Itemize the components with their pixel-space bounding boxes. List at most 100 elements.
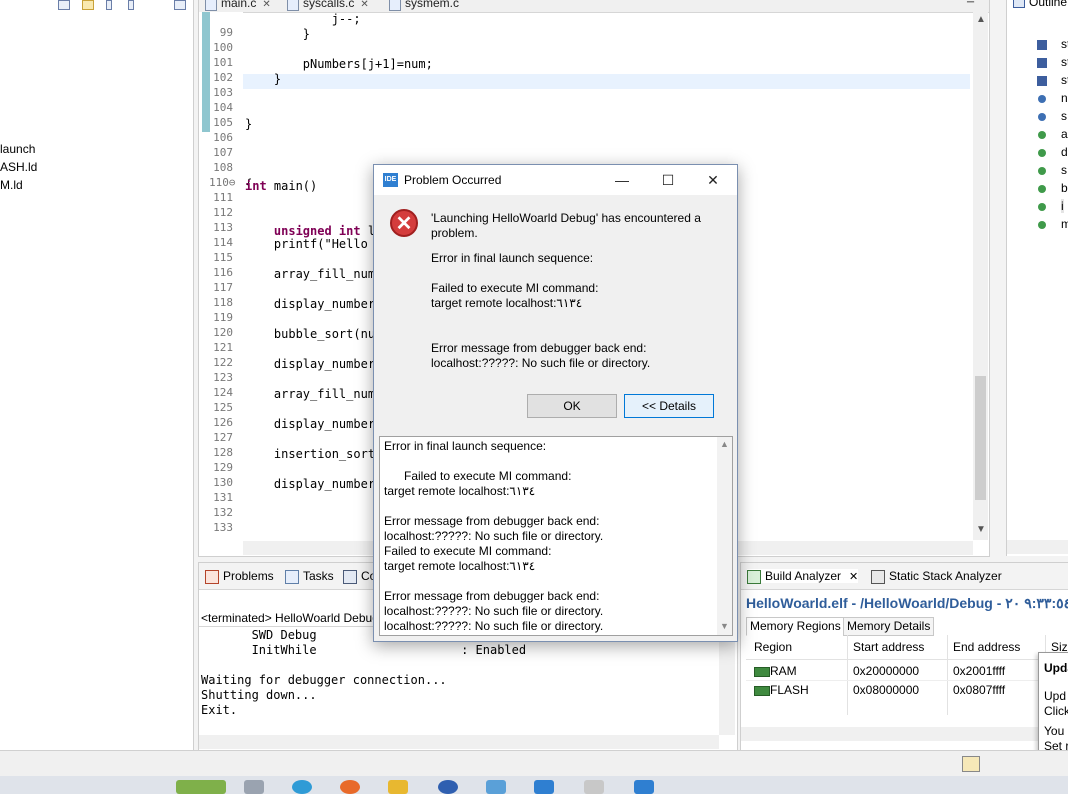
tab-memory-regions[interactable]: Memory Regions (746, 617, 845, 636)
project-item-ram-ld[interactable]: M.ld (0, 176, 23, 194)
details-button[interactable]: << Details (624, 394, 714, 418)
stm32-ide-icon[interactable] (534, 780, 554, 794)
c-file-icon (287, 0, 299, 11)
outline-item[interactable]: a (1061, 127, 1068, 141)
outline-item[interactable]: st (1061, 73, 1068, 87)
taskbar-thumbnail[interactable] (176, 780, 226, 794)
tab-console[interactable]: Co (343, 569, 376, 584)
line-number: 119 (213, 311, 233, 324)
code-line-113: unsigned int le (273, 224, 383, 238)
detail-line: Failed to execute MI command: (384, 469, 572, 483)
code-line: printf("Hello W (245, 237, 383, 251)
console-horizontal-scrollbar[interactable] (199, 735, 719, 749)
maximize-button[interactable]: ☐ (656, 170, 680, 190)
line-number: 127 (213, 431, 233, 444)
tab-syscalls-c[interactable]: syscalls.c ✕ (283, 0, 369, 11)
detail-line: Error message from debugger back end: (384, 514, 600, 528)
analyzer-horizontal-scrollbar[interactable] (741, 727, 1041, 741)
dialog-message-cont: problem. (431, 226, 478, 240)
project-item-launch[interactable]: launch (0, 140, 35, 158)
editor-scroll-thumb[interactable] (975, 376, 986, 500)
outline-item[interactable]: s (1061, 163, 1067, 177)
app-icon[interactable] (438, 780, 458, 794)
firefox-icon[interactable] (340, 780, 360, 794)
detail-line: localhost:?????: No such file or directo… (384, 604, 604, 618)
outline-horizontal-scrollbar[interactable] (1007, 540, 1068, 554)
build-analyzer-icon (747, 570, 761, 584)
view-menu-icon[interactable] (128, 0, 134, 10)
tab-sysmem-c[interactable]: sysmem.c (385, 0, 459, 11)
close-button[interactable]: ✕ (701, 170, 725, 190)
line-number: 110⊖ (209, 176, 236, 189)
tab-tasks[interactable]: Tasks (285, 569, 334, 584)
outline-item[interactable]: i (1061, 199, 1064, 213)
dialog-titlebar[interactable]: IDE Problem Occurred — ☐ ✕ (374, 165, 737, 195)
outline-item[interactable]: st (1061, 37, 1068, 51)
photos-icon[interactable] (486, 780, 506, 794)
close-tab-icon[interactable]: ✕ (360, 0, 368, 10)
line-number: 101 (213, 56, 233, 69)
column-region[interactable]: Region (754, 640, 792, 654)
tab-main-c[interactable]: main.c ✕ (201, 0, 271, 11)
code-line: display_numbers (245, 417, 383, 431)
line-number: 102 (213, 71, 233, 84)
line-number: 117 (213, 281, 233, 294)
console-vertical-scrollbar[interactable] (719, 627, 735, 735)
tab-problems[interactable]: Problems (205, 569, 274, 584)
outline-item[interactable]: n (1061, 91, 1068, 105)
scroll-down-icon[interactable]: ▼ (976, 524, 986, 535)
update-notification[interactable]: Upda Upd Click You Set r (1038, 652, 1068, 760)
ide-icon: IDE (383, 173, 398, 187)
windows-taskbar (0, 776, 1068, 794)
filter-icon[interactable] (106, 0, 112, 10)
editor-minimize-icon[interactable]: ─ (967, 0, 974, 8)
detail-line: localhost:?????: No such file or directo… (384, 619, 604, 633)
line-number: 133 (213, 521, 233, 534)
code-line: pNumbers[j+1]=num; (245, 57, 433, 71)
file-explorer-icon[interactable] (388, 780, 408, 794)
details-textarea[interactable]: Error in final launch sequence: Failed t… (379, 436, 733, 636)
details-scrollbar[interactable]: ▲ ▼ (717, 437, 732, 635)
ok-button[interactable]: OK (527, 394, 617, 418)
stm32-ide-active-icon[interactable] (634, 780, 654, 794)
console-header: <terminated> HelloWoarld Debug (201, 611, 379, 625)
scroll-up-icon[interactable]: ▲ (720, 439, 729, 449)
maximize-view-icon[interactable] (174, 0, 186, 10)
minimize-button[interactable]: — (610, 170, 634, 190)
tab-static-stack-analyzer[interactable]: Static Stack Analyzer (871, 569, 1002, 584)
code-line: display_numbers (245, 477, 383, 491)
line-number: 130 (213, 476, 233, 489)
outline-item[interactable]: st (1061, 55, 1068, 69)
outline-item[interactable]: s (1061, 109, 1067, 123)
dialog-title: Problem Occurred (404, 173, 502, 187)
error-icon: ✕ (390, 209, 418, 237)
code-line: array_fill_numb (245, 387, 383, 401)
outline-item[interactable]: m (1061, 217, 1068, 231)
project-item-flash-ld[interactable]: ASH.ld (0, 158, 37, 176)
install-updates-icon[interactable] (962, 756, 980, 772)
tab-build-analyzer[interactable]: Build Analyzer ✕ (747, 569, 859, 584)
line-number: 112 (213, 206, 233, 219)
problems-icon (205, 570, 219, 584)
outline-item[interactable]: d (1061, 145, 1068, 159)
close-tab-icon[interactable]: ✕ (849, 571, 858, 583)
column-end-address[interactable]: End address (953, 640, 1020, 654)
notepad-icon[interactable] (584, 780, 604, 794)
task-view-icon[interactable] (244, 780, 264, 794)
scroll-up-icon[interactable]: ▲ (976, 14, 986, 25)
edge-icon[interactable] (292, 780, 312, 794)
outline-item-icon (1037, 40, 1047, 50)
detail-line: Failed to execute MI command: (384, 544, 552, 558)
link-editor-icon[interactable] (82, 0, 94, 10)
close-tab-icon[interactable]: ✕ (262, 0, 270, 10)
collapse-all-icon[interactable] (58, 0, 70, 10)
line-number: 125 (213, 401, 233, 414)
outline-item[interactable]: b (1061, 181, 1068, 195)
column-start-address[interactable]: Start address (853, 640, 924, 654)
line-number: 105 (213, 116, 233, 129)
change-marker-bar (202, 12, 210, 132)
outline-icon (1013, 0, 1025, 8)
scroll-down-icon[interactable]: ▼ (720, 621, 729, 631)
memory-chip-icon (754, 667, 770, 677)
tab-memory-details[interactable]: Memory Details (843, 617, 935, 636)
